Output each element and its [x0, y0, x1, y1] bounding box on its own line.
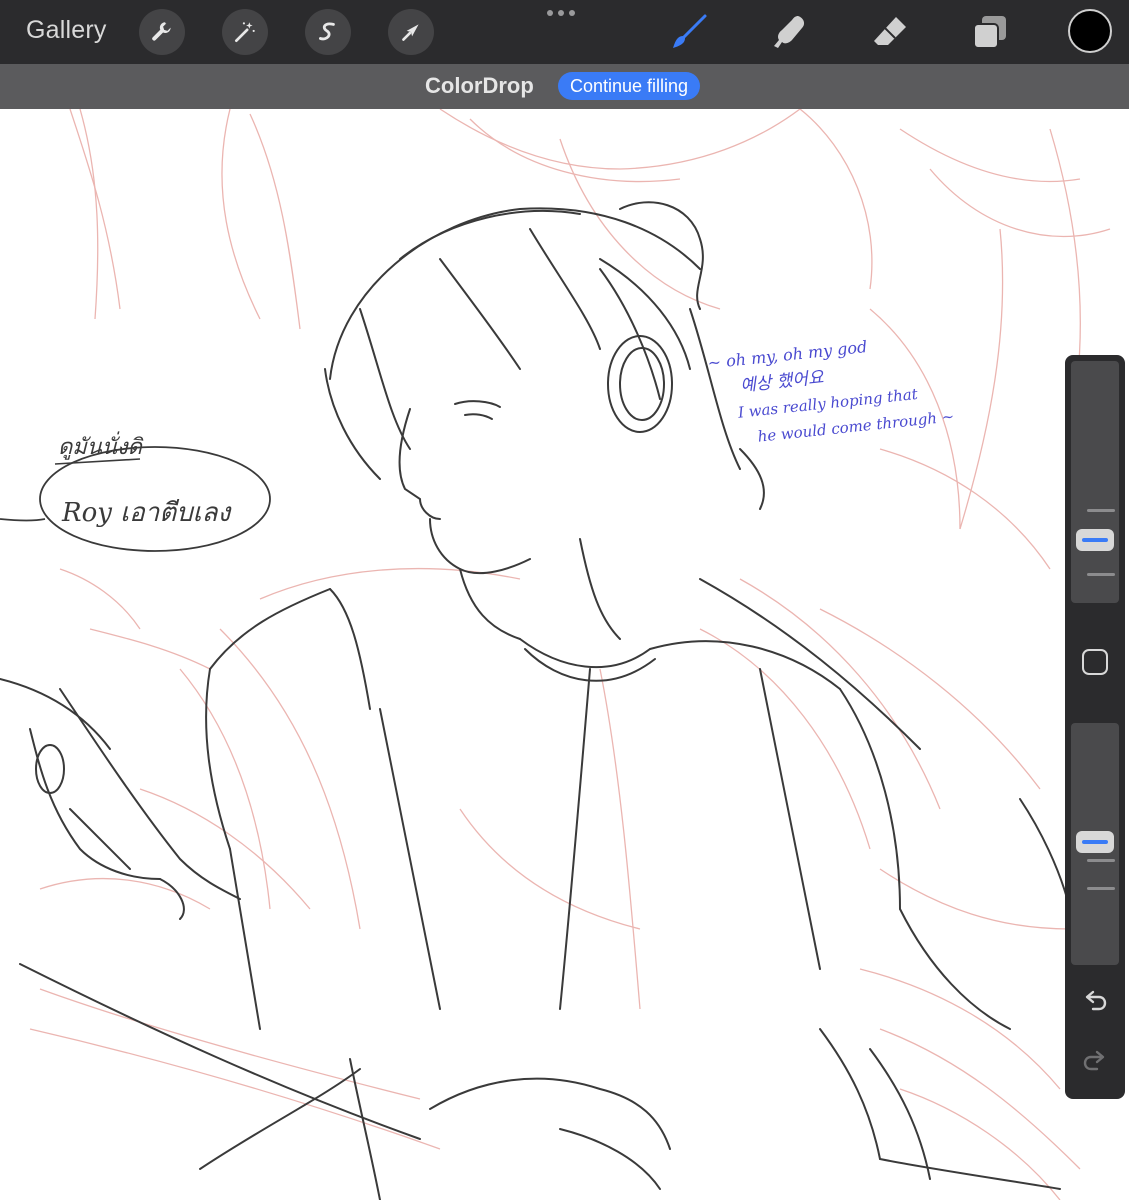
- slider-tick: [1087, 887, 1115, 890]
- slider-tick: [1087, 859, 1115, 862]
- side-toolbar: [1065, 355, 1125, 1099]
- modify-button[interactable]: [1082, 649, 1108, 675]
- slider-tick: [1087, 573, 1115, 576]
- note-bubble-text: Roy เอาตีบเลง: [61, 498, 232, 528]
- note-right-line-1: ~ oh my, oh my god: [707, 337, 868, 373]
- layers-icon[interactable]: [968, 10, 1012, 54]
- slider-tick: [1087, 509, 1115, 512]
- brush-size-thumb[interactable]: [1076, 529, 1114, 551]
- note-right-line-2: 예상 했어요: [739, 368, 826, 397]
- more-options-icon[interactable]: [547, 10, 575, 16]
- brush-size-slider[interactable]: [1071, 361, 1119, 603]
- wrench-icon[interactable]: [139, 9, 185, 55]
- sketch-artwork: ดูมันนั่งดิ Roy เอาตีบเลง ~ oh my, oh my…: [0, 109, 1111, 1200]
- brush-icon[interactable]: [667, 10, 711, 54]
- redo-icon[interactable]: [1080, 1047, 1110, 1077]
- magic-wand-icon[interactable]: [222, 9, 268, 55]
- gallery-button[interactable]: Gallery: [26, 16, 107, 45]
- colordrop-title: ColorDrop: [425, 73, 534, 98]
- undo-icon[interactable]: [1080, 987, 1110, 1017]
- opacity-thumb[interactable]: [1076, 831, 1114, 853]
- opacity-slider[interactable]: [1071, 723, 1119, 965]
- selection-icon[interactable]: [305, 9, 351, 55]
- transform-arrow-icon[interactable]: [388, 9, 434, 55]
- eraser-icon[interactable]: [868, 10, 912, 54]
- colordrop-bar: ColorDrop Continue filling: [0, 64, 1129, 109]
- top-toolbar: Gallery: [0, 0, 1129, 64]
- drawing-canvas[interactable]: ดูมันนั่งดิ Roy เอาตีบเลง ~ oh my, oh my…: [0, 109, 1129, 1200]
- continue-filling-button[interactable]: Continue filling: [558, 72, 701, 100]
- smudge-icon[interactable]: [768, 10, 812, 54]
- color-swatch[interactable]: [1068, 9, 1112, 53]
- note-thai-top: ดูมันนั่งดิ: [58, 431, 144, 460]
